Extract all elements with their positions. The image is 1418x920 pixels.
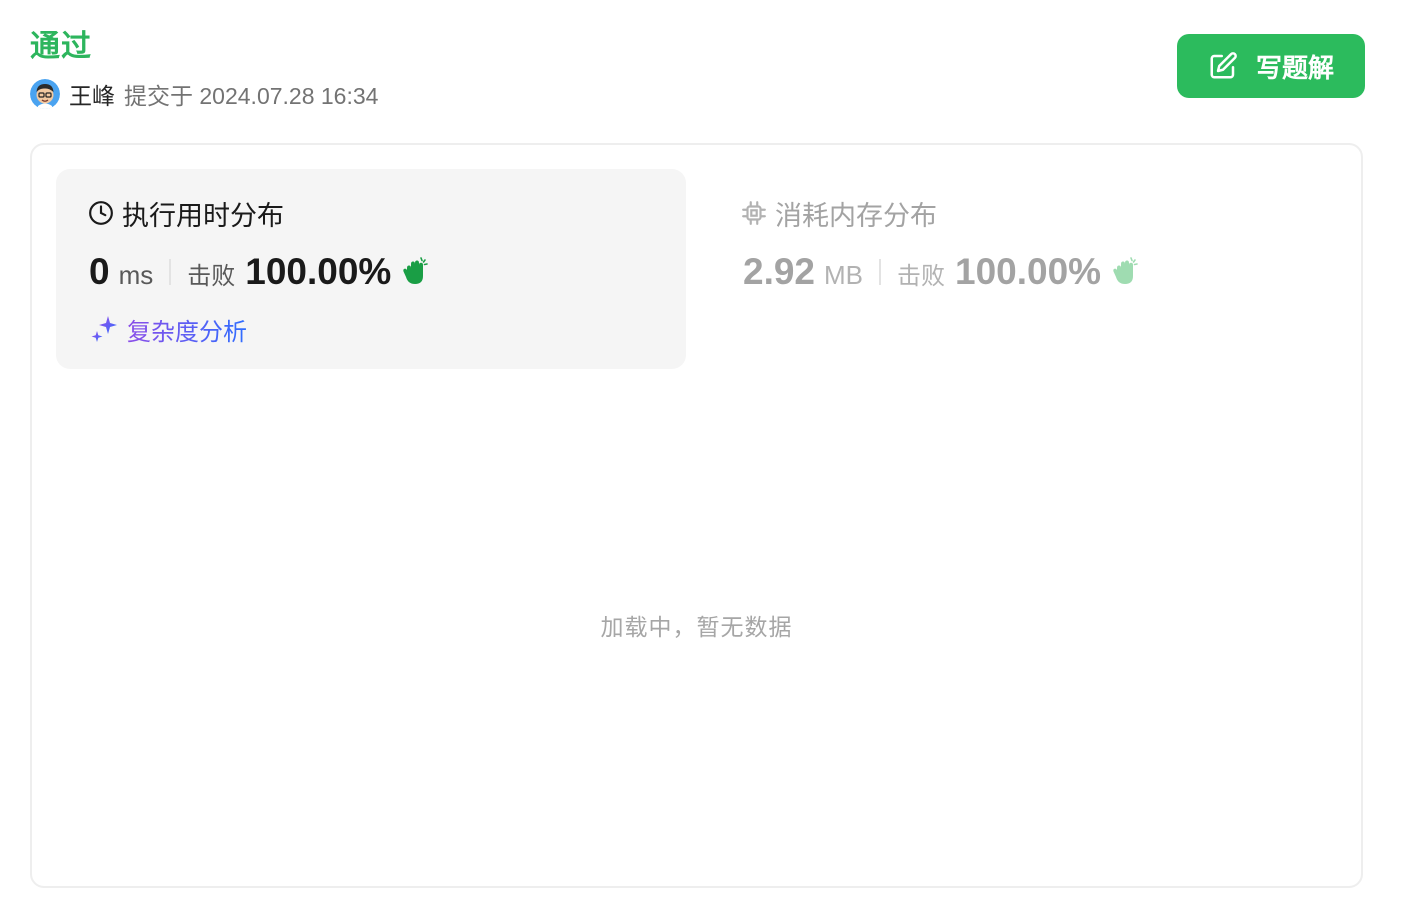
complexity-label: 复杂度分析 bbox=[127, 312, 247, 347]
runtime-beats-percent: 100.00% bbox=[245, 251, 392, 292]
result-card: 执行用时分布 0 ms 击败 100.00% 复杂度分析 消耗内存分布 2.92… bbox=[30, 143, 1363, 888]
clap-icon bbox=[399, 256, 431, 288]
memory-stats: 2.92 MB 击败 100.00% bbox=[743, 251, 1141, 293]
runtime-title: 执行用时分布 bbox=[122, 200, 284, 231]
sparkle-icon bbox=[89, 314, 119, 344]
memory-unit: MB bbox=[824, 260, 864, 290]
edit-icon bbox=[1208, 51, 1238, 81]
complexity-analysis-link[interactable]: 复杂度分析 bbox=[89, 312, 247, 347]
submission-info: 王峰 提交于 2024.07.28 16:34 bbox=[30, 78, 378, 110]
stat-divider bbox=[879, 259, 882, 285]
chip-icon bbox=[741, 200, 767, 226]
runtime-unit: ms bbox=[118, 260, 154, 290]
memory-title: 消耗内存分布 bbox=[775, 200, 937, 231]
write-solution-label: 写题解 bbox=[1255, 52, 1334, 83]
runtime-header: 执行用时分布 bbox=[88, 195, 284, 231]
runtime-panel[interactable]: 执行用时分布 0 ms 击败 100.00% 复杂度分析 bbox=[56, 169, 686, 369]
runtime-stats: 0 ms 击败 100.00% bbox=[89, 251, 431, 293]
stat-divider bbox=[169, 259, 172, 285]
submission-status: 通过 bbox=[30, 30, 92, 63]
runtime-value: 0 bbox=[89, 251, 110, 292]
chart-empty-message: 加载中，暂无数据 bbox=[600, 614, 793, 640]
clap-icon bbox=[1109, 256, 1141, 288]
submission-time: 提交于 2024.07.28 16:34 bbox=[124, 83, 379, 109]
username[interactable]: 王峰 bbox=[69, 77, 115, 111]
memory-header[interactable]: 消耗内存分布 bbox=[741, 195, 937, 231]
clock-icon bbox=[88, 200, 114, 226]
runtime-beats-label: 击败 bbox=[187, 263, 236, 290]
memory-value: 2.92 bbox=[743, 251, 816, 292]
memory-beats-percent: 100.00% bbox=[955, 251, 1102, 292]
memory-beats-label: 击败 bbox=[897, 263, 946, 290]
user-avatar[interactable] bbox=[30, 79, 60, 109]
write-solution-button[interactable]: 写题解 bbox=[1177, 34, 1365, 98]
